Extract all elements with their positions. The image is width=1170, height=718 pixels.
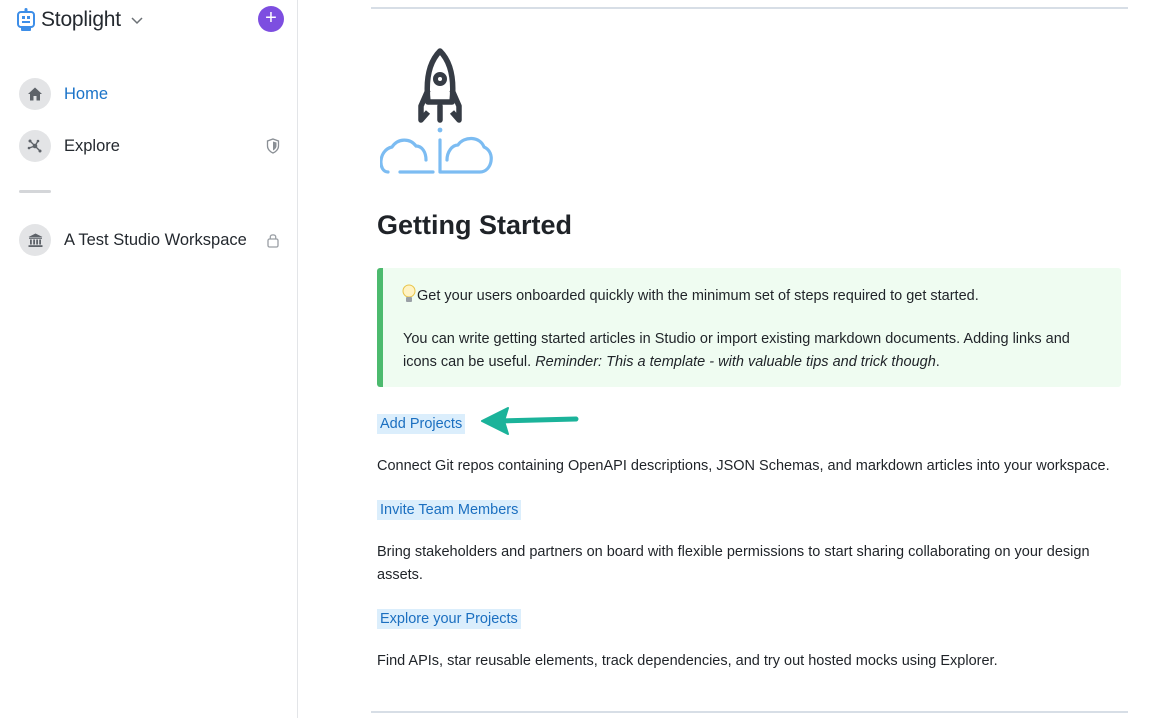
callout-line-1: Get your users onboarded quickly with th… (402, 284, 1101, 308)
workspace-switcher[interactable]: Stoplight (16, 4, 144, 36)
add-projects-link[interactable]: Add Projects (377, 414, 466, 434)
lightbulb-icon (402, 284, 416, 302)
home-icon (19, 78, 51, 110)
callout-line-2: You can write getting started articles i… (403, 328, 1101, 374)
brand-name: Stoplight (41, 8, 121, 31)
chevron-down-icon (131, 17, 143, 25)
sidebar-item-home[interactable]: Home (19, 77, 285, 111)
callout-text-1: Get your users onboarded quickly with th… (417, 288, 979, 304)
callout-period: . (935, 354, 940, 370)
stoplight-logo-icon (17, 8, 35, 31)
invite-team-members-link[interactable]: Invite Team Members (377, 500, 522, 520)
sidebar-divider (19, 190, 51, 193)
callout-reminder: Reminder: This a template - with valuabl… (535, 354, 936, 370)
tip-callout: Get your users onboarded quickly with th… (377, 268, 1121, 387)
explore-projects-link[interactable]: Explore your Projects (377, 609, 521, 629)
bank-icon (19, 224, 51, 256)
bottom-divider (371, 711, 1128, 713)
sidebar-item-workspace[interactable]: A Test Studio Workspace (19, 223, 285, 257)
add-projects-description: Connect Git repos containing OpenAPI des… (377, 458, 1110, 474)
add-button[interactable]: + (258, 6, 284, 32)
sidebar-item-label: Explore (64, 136, 120, 155)
sidebar-item-label: A Test Studio Workspace (64, 230, 247, 249)
rocket-icon (380, 48, 493, 174)
explore-projects-description: Find APIs, star reusable elements, track… (377, 653, 998, 669)
sidebar-item-explore[interactable]: Explore (19, 129, 285, 163)
top-divider (371, 7, 1128, 9)
shield-icon (266, 138, 280, 154)
annotation-arrow (481, 407, 579, 435)
sidebar-item-label: Home (64, 84, 109, 103)
sidebar: Stoplight + Home Explore A Test Studio W… (0, 0, 298, 718)
invite-team-members-description: Bring stakeholders and partners on board… (377, 544, 1090, 583)
graph-icon (19, 130, 51, 162)
page-title: Getting Started (377, 210, 573, 240)
lock-icon (267, 234, 279, 248)
